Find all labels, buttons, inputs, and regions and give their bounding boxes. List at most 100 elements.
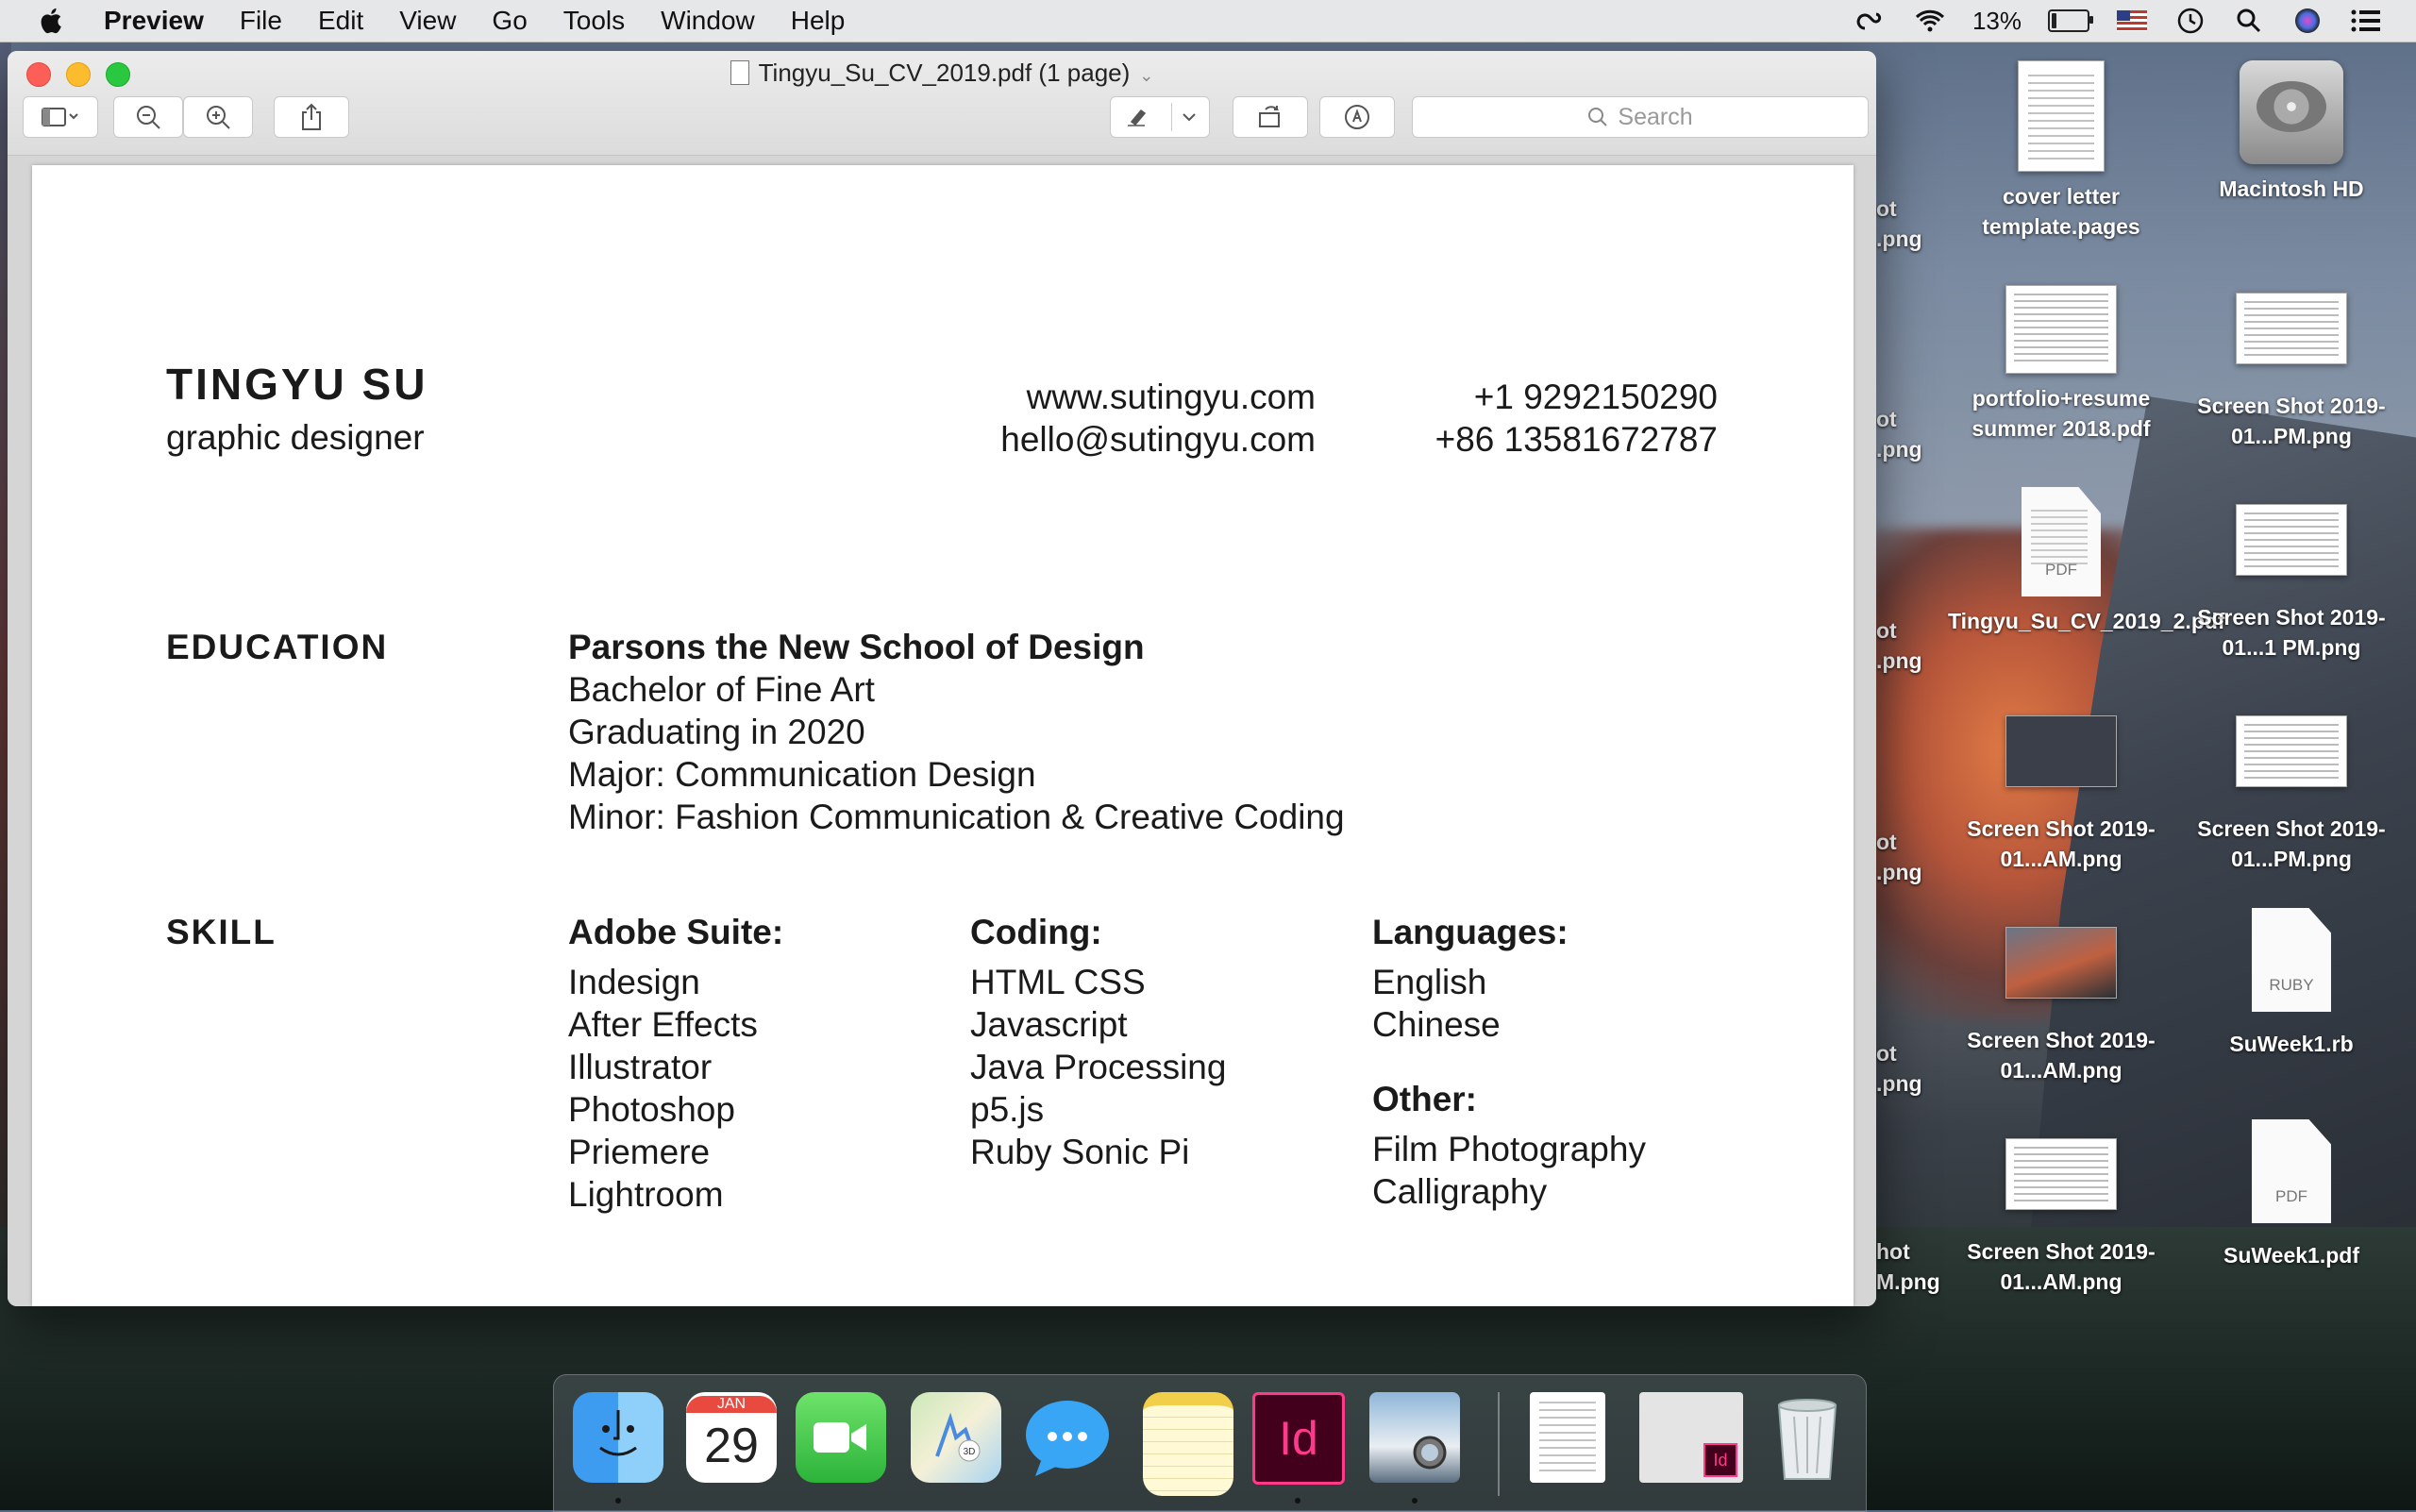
- time-machine-icon[interactable]: [2174, 7, 2206, 35]
- share-button[interactable]: [274, 96, 349, 138]
- screenshot-thumbnail-icon: [2236, 293, 2347, 364]
- running-indicator: [1412, 1498, 1418, 1504]
- cv-skill-item: Calligraphy: [1372, 1172, 1548, 1211]
- cv-skill-item: Photoshop: [568, 1090, 735, 1129]
- cv-role: graphic designer: [166, 418, 425, 457]
- window-titlebar[interactable]: Tingyu_Su_CV_2019.pdf (1 page) ⌄ Search: [8, 51, 1876, 156]
- dock-recent-indesign-file-icon[interactable]: Id: [1639, 1392, 1743, 1483]
- battery-icon[interactable]: [2048, 9, 2093, 32]
- battery-level: [2052, 13, 2056, 28]
- menu-help[interactable]: Help: [791, 6, 846, 36]
- document-proxy-icon[interactable]: [730, 60, 749, 85]
- desktop-icon-macintosh-hd[interactable]: Macintosh HD: [2178, 60, 2405, 204]
- battery-percent: 13%: [1971, 6, 2022, 35]
- cv-school: Parsons the New School of Design: [568, 628, 1145, 666]
- menu-tools[interactable]: Tools: [563, 6, 625, 36]
- us-flag-icon[interactable]: [2116, 7, 2148, 35]
- menu-edit[interactable]: Edit: [318, 6, 363, 36]
- annotate-button[interactable]: [1319, 96, 1395, 138]
- window-title[interactable]: Tingyu_Su_CV_2019.pdf (1 page) ⌄: [8, 59, 1876, 88]
- dock-trash-icon[interactable]: [1762, 1392, 1853, 1483]
- desktop-icon-screenshot[interactable]: Screen Shot 2019-01...AM.png: [1948, 1138, 2174, 1297]
- hidden-desktop-icon-label[interactable]: hot M.png: [1876, 1236, 1940, 1297]
- cv-skill-item: English: [1372, 963, 1487, 1001]
- pdf-file-icon: PDF: [2022, 487, 2101, 596]
- notification-center-icon[interactable]: [2350, 7, 2382, 35]
- cv-skill-coding: Coding: HTML CSS Javascript Java Process…: [970, 911, 1226, 1173]
- dock-notes-icon[interactable]: [1143, 1392, 1233, 1496]
- zoom-in-button[interactable]: [183, 96, 253, 138]
- creative-cloud-icon[interactable]: [1855, 7, 1888, 35]
- dock-indesign-icon[interactable]: Id: [1252, 1392, 1345, 1485]
- chevron-down-icon[interactable]: [1182, 111, 1197, 123]
- highlighter-icon: [1127, 109, 1146, 126]
- hidden-desktop-icon-label[interactable]: ot .png: [1876, 1038, 1937, 1099]
- cv-skill-item: Lightroom: [568, 1175, 724, 1214]
- window-title-text: Tingyu_Su_CV_2019.pdf (1 page): [758, 59, 1131, 87]
- desktop-icon-portfolio[interactable]: portfolio+resume summer 2018.pdf: [1948, 285, 2174, 444]
- spotlight-icon[interactable]: [2233, 7, 2265, 35]
- pdf-page[interactable]: TINGYU SU graphic designer www.sutingyu.…: [32, 165, 1854, 1306]
- menu-go[interactable]: Go: [492, 6, 527, 36]
- desktop-icon-screenshot[interactable]: Screen Shot 2019-01...1 PM.png: [2178, 504, 2405, 663]
- cv-skill-item: Java Processing: [970, 1048, 1227, 1086]
- sidebar-icon: [42, 108, 78, 126]
- hidden-desktop-icon-label[interactable]: ot .png: [1876, 193, 1937, 254]
- menu-view[interactable]: View: [399, 6, 456, 36]
- screenshot-thumbnail-icon: [2236, 504, 2347, 576]
- cv-skill-adobe: Adobe Suite: Indesign After Effects Illu…: [568, 911, 783, 1216]
- screenshot-thumbnail-icon: [2005, 715, 2117, 787]
- desktop-icon-pdf-file[interactable]: PDF SuWeek1.pdf: [2178, 1119, 2405, 1270]
- sidebar-toggle-button[interactable]: [23, 96, 98, 138]
- menu-bar: Preview File Edit View Go Tools Window H…: [0, 0, 2416, 42]
- desktop-icon-screenshot[interactable]: Screen Shot 2019-01...PM.png: [2178, 715, 2405, 874]
- menu-window[interactable]: Window: [661, 6, 755, 36]
- cv-adobe-title: Adobe Suite:: [568, 913, 784, 951]
- desktop-icon-screenshot[interactable]: Screen Shot 2019-01...AM.png: [1948, 927, 2174, 1085]
- status-area: 13%: [1855, 0, 2416, 42]
- desktop-icon-cover-letter[interactable]: cover letter template.pages: [1948, 60, 2174, 242]
- zoom-out-button[interactable]: [113, 96, 183, 138]
- desktop-icon-ruby-file[interactable]: RUBY SuWeek1.rb: [2178, 908, 2405, 1059]
- hidden-desktop-icon-label[interactable]: ot .png: [1876, 404, 1937, 464]
- rotate-button[interactable]: [1233, 96, 1308, 138]
- cv-coding-title: Coding:: [970, 913, 1102, 951]
- pen-circle-icon: [1345, 105, 1369, 129]
- zoom-out-icon: [137, 106, 160, 129]
- cv-skill-languages: Languages: English Chinese Other: Film P…: [1372, 911, 1646, 1213]
- dock-preview-icon[interactable]: [1369, 1392, 1460, 1483]
- document-viewer[interactable]: TINGYU SU graphic designer www.sutingyu.…: [8, 156, 1876, 1306]
- dock-messages-icon[interactable]: [1022, 1392, 1113, 1483]
- search-field[interactable]: Search: [1412, 96, 1869, 138]
- desktop-icon-screenshot[interactable]: Screen Shot 2019-01...PM.png: [2178, 293, 2405, 451]
- apple-menu-icon[interactable]: [36, 5, 68, 37]
- dock-calendar-icon[interactable]: JAN 29: [686, 1392, 777, 1483]
- markup-button[interactable]: [1110, 96, 1210, 138]
- cv-skill-item: Javascript: [970, 1005, 1128, 1044]
- cv-skill-item: p5.js: [970, 1090, 1045, 1129]
- running-indicator: [615, 1498, 621, 1504]
- cv-skill-heading: SKILL: [166, 913, 277, 951]
- desktop-icon-screenshot[interactable]: Screen Shot 2019-01...AM.png: [1948, 715, 2174, 874]
- running-indicator: [1295, 1498, 1300, 1504]
- pdf-thumbnail-icon: [2005, 285, 2117, 374]
- dock-recent-document-icon[interactable]: [1530, 1392, 1605, 1483]
- pdf-file-icon: PDF: [2252, 1119, 2331, 1223]
- cv-skill-item: Chinese: [1372, 1005, 1501, 1044]
- cv-phone-cn: +86 13581672787: [1434, 420, 1718, 459]
- wifi-icon[interactable]: [1914, 7, 1946, 35]
- title-chevron-down-icon[interactable]: ⌄: [1139, 66, 1153, 85]
- dock-finder-icon[interactable]: [573, 1392, 663, 1483]
- dock-maps-icon[interactable]: 3D: [911, 1392, 1001, 1483]
- hidden-desktop-icon-label[interactable]: ot .png: [1876, 615, 1937, 676]
- desktop-icon-cv-pdf[interactable]: PDF Tingyu_Su_CV_2019_2.pdf: [1948, 487, 2225, 636]
- hard-drive-icon: [2240, 60, 2343, 164]
- share-icon: [302, 103, 321, 130]
- hidden-desktop-icon-label[interactable]: ot .png: [1876, 827, 1937, 887]
- menu-app-name[interactable]: Preview: [104, 6, 204, 36]
- siri-icon[interactable]: [2291, 7, 2324, 35]
- cv-name: TINGYU SU: [166, 360, 428, 409]
- dock-facetime-icon[interactable]: [796, 1392, 886, 1483]
- cv-skill-item: After Effects: [568, 1005, 758, 1044]
- menu-file[interactable]: File: [240, 6, 282, 36]
